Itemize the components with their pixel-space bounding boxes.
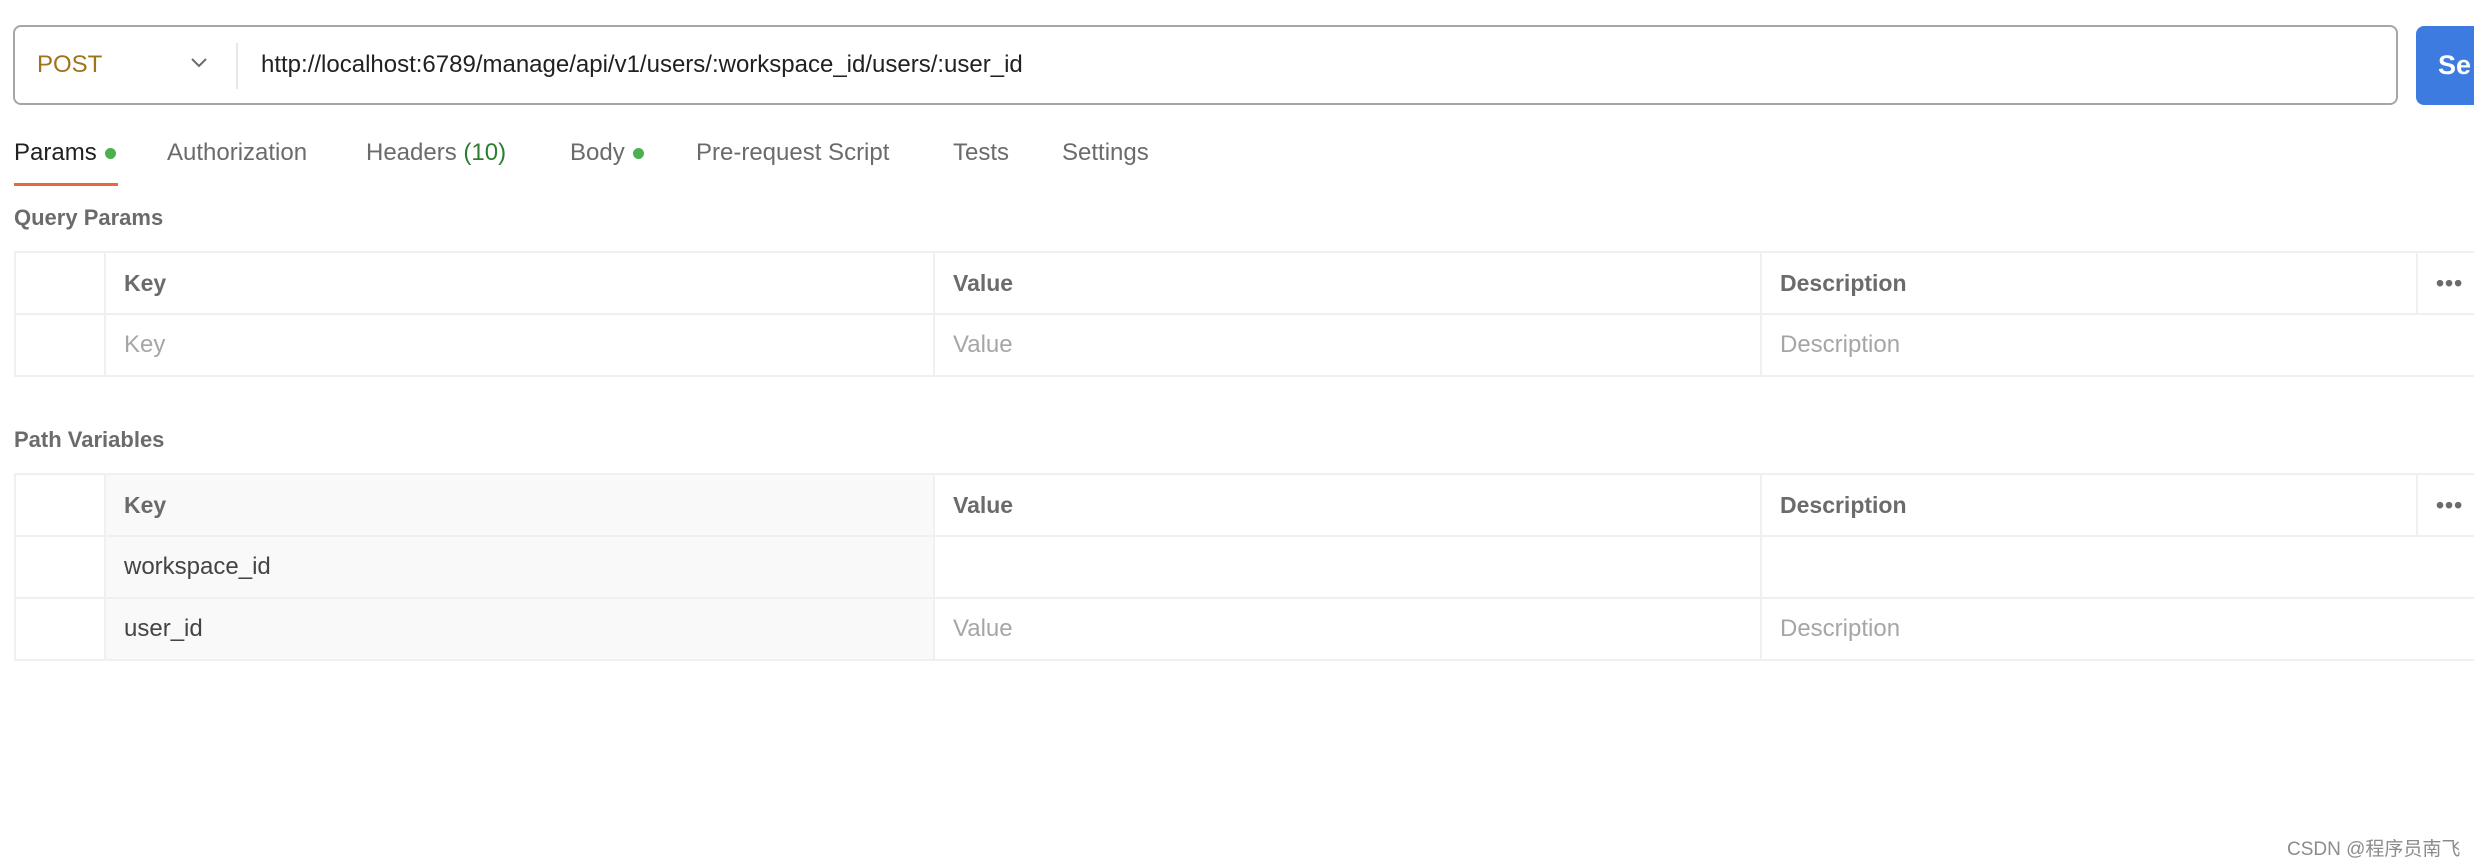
table-row: Key Value Description bbox=[14, 313, 2474, 377]
key-cell: user_id bbox=[104, 597, 935, 661]
row-checkbox-cell bbox=[14, 597, 106, 661]
watermark: CSDN @程序员南飞 bbox=[2287, 839, 2461, 860]
status-dot bbox=[632, 148, 644, 160]
divider bbox=[236, 43, 238, 89]
ellipsis-icon[interactable]: ••• bbox=[2416, 251, 2474, 315]
checkbox-column bbox=[14, 473, 106, 537]
tab-tests[interactable]: Tests bbox=[953, 133, 1009, 173]
active-tab-indicator bbox=[14, 183, 118, 186]
column-key: Key bbox=[104, 473, 935, 537]
tab-body[interactable]: Body bbox=[570, 133, 644, 173]
column-key: Key bbox=[104, 251, 935, 315]
ellipsis-icon[interactable]: ••• bbox=[2416, 473, 2474, 537]
key-cell: workspace_id bbox=[104, 535, 935, 599]
tab-label: Tests bbox=[953, 139, 1010, 166]
tab-label: Settings bbox=[1062, 139, 1149, 166]
description-input[interactable] bbox=[1760, 535, 2474, 599]
url-input[interactable]: http://localhost:6789/manage/api/v1/user… bbox=[261, 27, 1023, 103]
description-input[interactable]: Description bbox=[1760, 313, 2474, 377]
tab-label: Body bbox=[570, 139, 625, 166]
url-bar: POST http://localhost:6789/manage/api/v1… bbox=[13, 25, 2398, 105]
path-variables-title: Path Variables bbox=[14, 427, 165, 452]
tab-label: Authorization bbox=[167, 139, 308, 166]
send-button[interactable]: Se bbox=[2416, 26, 2474, 105]
tab-label: Headers bbox=[366, 139, 457, 166]
description-input[interactable]: Description bbox=[1760, 597, 2474, 661]
chevron-down-icon[interactable] bbox=[185, 49, 213, 77]
checkbox-column bbox=[14, 251, 106, 315]
column-value: Value bbox=[933, 251, 1762, 315]
table-header-row: Key Value Description ••• bbox=[14, 473, 2474, 537]
status-dot bbox=[104, 148, 116, 160]
table-row: workspace_id bbox=[14, 535, 2474, 599]
column-value: Value bbox=[933, 473, 1762, 537]
headers-count: (10) bbox=[463, 139, 507, 166]
tab-headers[interactable]: Headers (10) bbox=[366, 133, 506, 173]
row-checkbox-cell bbox=[14, 535, 106, 599]
tab-params[interactable]: Params bbox=[14, 133, 116, 173]
method-select[interactable]: POST bbox=[37, 27, 102, 103]
query-params-table: Key Value Description ••• Key Value Desc… bbox=[14, 251, 2474, 377]
tab-label: Pre-request Script bbox=[696, 139, 890, 166]
column-description: Description bbox=[1760, 251, 2418, 315]
query-params-title: Query Params bbox=[14, 205, 164, 230]
value-input[interactable]: Value bbox=[933, 313, 1762, 377]
tab-settings[interactable]: Settings bbox=[1062, 133, 1149, 173]
table-row: user_id Value Description bbox=[14, 597, 2474, 661]
key-input[interactable]: Key bbox=[104, 313, 935, 377]
tab-authorization[interactable]: Authorization bbox=[167, 133, 307, 173]
value-input[interactable] bbox=[933, 535, 1762, 599]
tab-label: Params bbox=[14, 139, 97, 166]
table-header-row: Key Value Description ••• bbox=[14, 251, 2474, 315]
column-description: Description bbox=[1760, 473, 2418, 537]
row-checkbox-cell bbox=[14, 313, 106, 377]
path-variables-table: Key Value Description ••• workspace_id u… bbox=[14, 473, 2474, 661]
tab-pre-request-script[interactable]: Pre-request Script bbox=[696, 133, 889, 173]
value-input[interactable]: Value bbox=[933, 597, 1762, 661]
